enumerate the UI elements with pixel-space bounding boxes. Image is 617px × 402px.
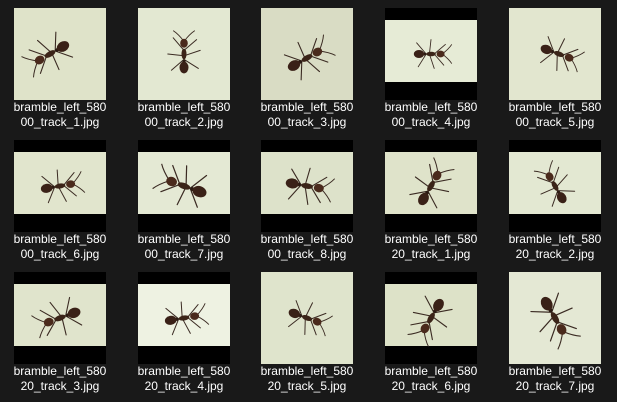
file-grid: bramble_left_580 00_track_1.jpg bramble_le…	[0, 0, 617, 402]
file-name-line-1: bramble_left_580	[260, 364, 354, 378]
thumbnail-image	[261, 8, 353, 100]
file-name-line-1: bramble_left_580	[508, 232, 602, 246]
file-name-label: bramble_left_580 00_track_2.jpg	[124, 100, 244, 130]
file-item[interactable]: bramble_left_580 00_track_3.jpg	[247, 0, 367, 130]
thumbnail-svg	[261, 8, 353, 100]
file-name-label: bramble_left_580 20_track_3.jpg	[0, 364, 120, 394]
file-name-line-1: bramble_left_580	[13, 364, 107, 378]
file-name-line-2: 20_track_5.jpg	[267, 379, 347, 393]
thumbnail-svg	[14, 272, 106, 364]
thumbnail-image	[385, 140, 477, 232]
thumbnail-svg	[138, 140, 230, 232]
file-item[interactable]: bramble_left_580 00_track_1.jpg	[0, 0, 120, 130]
thumbnail-image	[138, 272, 230, 364]
thumbnail-svg	[138, 272, 230, 364]
thumbnail-image	[261, 272, 353, 364]
file-item[interactable]: bramble_left_580 20_track_4.jpg	[124, 264, 244, 394]
file-item[interactable]: bramble_left_580 00_track_7.jpg	[124, 132, 244, 262]
file-name-line-1: bramble_left_580	[13, 232, 107, 246]
file-name-label: bramble_left_580 00_track_4.jpg	[371, 100, 491, 130]
thumbnail-svg	[385, 140, 477, 232]
file-name-line-1: bramble_left_580	[13, 100, 107, 114]
thumbnail-image	[509, 272, 601, 364]
thumbnail-svg	[385, 272, 477, 364]
file-name-label: bramble_left_580 00_track_5.jpg	[495, 100, 615, 130]
file-name-line-1: bramble_left_580	[384, 100, 478, 114]
file-name-line-2: 00_track_4.jpg	[391, 115, 471, 129]
file-name-line-2: 20_track_3.jpg	[20, 379, 100, 393]
thumbnail-image	[14, 272, 106, 364]
file-name-label: bramble_left_580 00_track_7.jpg	[124, 232, 244, 262]
thumbnail-svg	[509, 140, 601, 232]
file-name-line-2: 00_track_3.jpg	[267, 115, 347, 129]
file-name-label: bramble_left_580 20_track_4.jpg	[124, 364, 244, 394]
thumbnail-svg	[138, 8, 230, 100]
file-item[interactable]: bramble_left_580 00_track_8.jpg	[247, 132, 367, 262]
file-name-line-2: 20_track_4.jpg	[144, 379, 224, 393]
thumbnail-svg	[261, 140, 353, 232]
file-name-line-2: 20_track_2.jpg	[515, 247, 595, 261]
file-name-line-1: bramble_left_580	[137, 232, 231, 246]
thumbnail-svg	[261, 272, 353, 364]
thumbnail-image	[509, 140, 601, 232]
file-name-line-2: 20_track_1.jpg	[391, 247, 471, 261]
file-name-label: bramble_left_580 00_track_6.jpg	[0, 232, 120, 262]
file-name-label: bramble_left_580 20_track_2.jpg	[495, 232, 615, 262]
thumbnail-svg	[509, 8, 601, 100]
file-name-line-2: 00_track_2.jpg	[144, 115, 224, 129]
thumbnail-svg	[14, 140, 106, 232]
file-name-line-1: bramble_left_580	[260, 100, 354, 114]
thumbnail-image	[261, 140, 353, 232]
file-name-label: bramble_left_580 20_track_7.jpg	[495, 364, 615, 394]
thumbnail-image	[138, 8, 230, 100]
file-item[interactable]: bramble_left_580 00_track_2.jpg	[124, 0, 244, 130]
file-name-line-1: bramble_left_580	[137, 364, 231, 378]
thumbnail-image	[385, 272, 477, 364]
file-name-line-1: bramble_left_580	[508, 100, 602, 114]
file-name-line-2: 00_track_7.jpg	[144, 247, 224, 261]
file-name-label: bramble_left_580 20_track_6.jpg	[371, 364, 491, 394]
thumbnail-image	[385, 8, 477, 100]
file-name-line-2: 00_track_1.jpg	[20, 115, 100, 129]
file-name-label: bramble_left_580 00_track_8.jpg	[247, 232, 367, 262]
thumbnail-svg	[14, 8, 106, 100]
file-name-label: bramble_left_580 20_track_5.jpg	[247, 364, 367, 394]
file-item[interactable]: bramble_left_580 00_track_5.jpg	[495, 0, 615, 130]
file-name-line-2: 20_track_7.jpg	[515, 379, 595, 393]
file-name-line-2: 00_track_5.jpg	[515, 115, 595, 129]
thumbnail-image	[14, 140, 106, 232]
thumbnail-svg	[509, 272, 601, 364]
file-name-line-2: 00_track_8.jpg	[267, 247, 347, 261]
thumbnail-svg	[385, 8, 477, 100]
file-item[interactable]: bramble_left_580 20_track_1.jpg	[371, 132, 491, 262]
thumbnail-image	[509, 8, 601, 100]
file-name-label: bramble_left_580 20_track_1.jpg	[371, 232, 491, 262]
file-item[interactable]: bramble_left_580 00_track_4.jpg	[371, 0, 491, 130]
file-name-label: bramble_left_580 00_track_1.jpg	[0, 100, 120, 130]
file-item[interactable]: bramble_left_580 20_track_5.jpg	[247, 264, 367, 394]
file-item[interactable]: bramble_left_580 20_track_2.jpg	[495, 132, 615, 262]
thumbnail-image	[138, 140, 230, 232]
file-item[interactable]: bramble_left_580 20_track_7.jpg	[495, 264, 615, 394]
file-name-line-1: bramble_left_580	[384, 232, 478, 246]
file-name-line-1: bramble_left_580	[260, 232, 354, 246]
file-name-line-1: bramble_left_580	[508, 364, 602, 378]
file-name-line-2: 20_track_6.jpg	[391, 379, 471, 393]
file-name-line-1: bramble_left_580	[137, 100, 231, 114]
file-name-line-2: 00_track_6.jpg	[20, 247, 100, 261]
file-item[interactable]: bramble_left_580 20_track_6.jpg	[371, 264, 491, 394]
file-name-label: bramble_left_580 00_track_3.jpg	[247, 100, 367, 130]
thumbnail-image	[14, 8, 106, 100]
file-name-line-1: bramble_left_580	[384, 364, 478, 378]
file-item[interactable]: bramble_left_580 00_track_6.jpg	[0, 132, 120, 262]
file-item[interactable]: bramble_left_580 20_track_3.jpg	[0, 264, 120, 394]
